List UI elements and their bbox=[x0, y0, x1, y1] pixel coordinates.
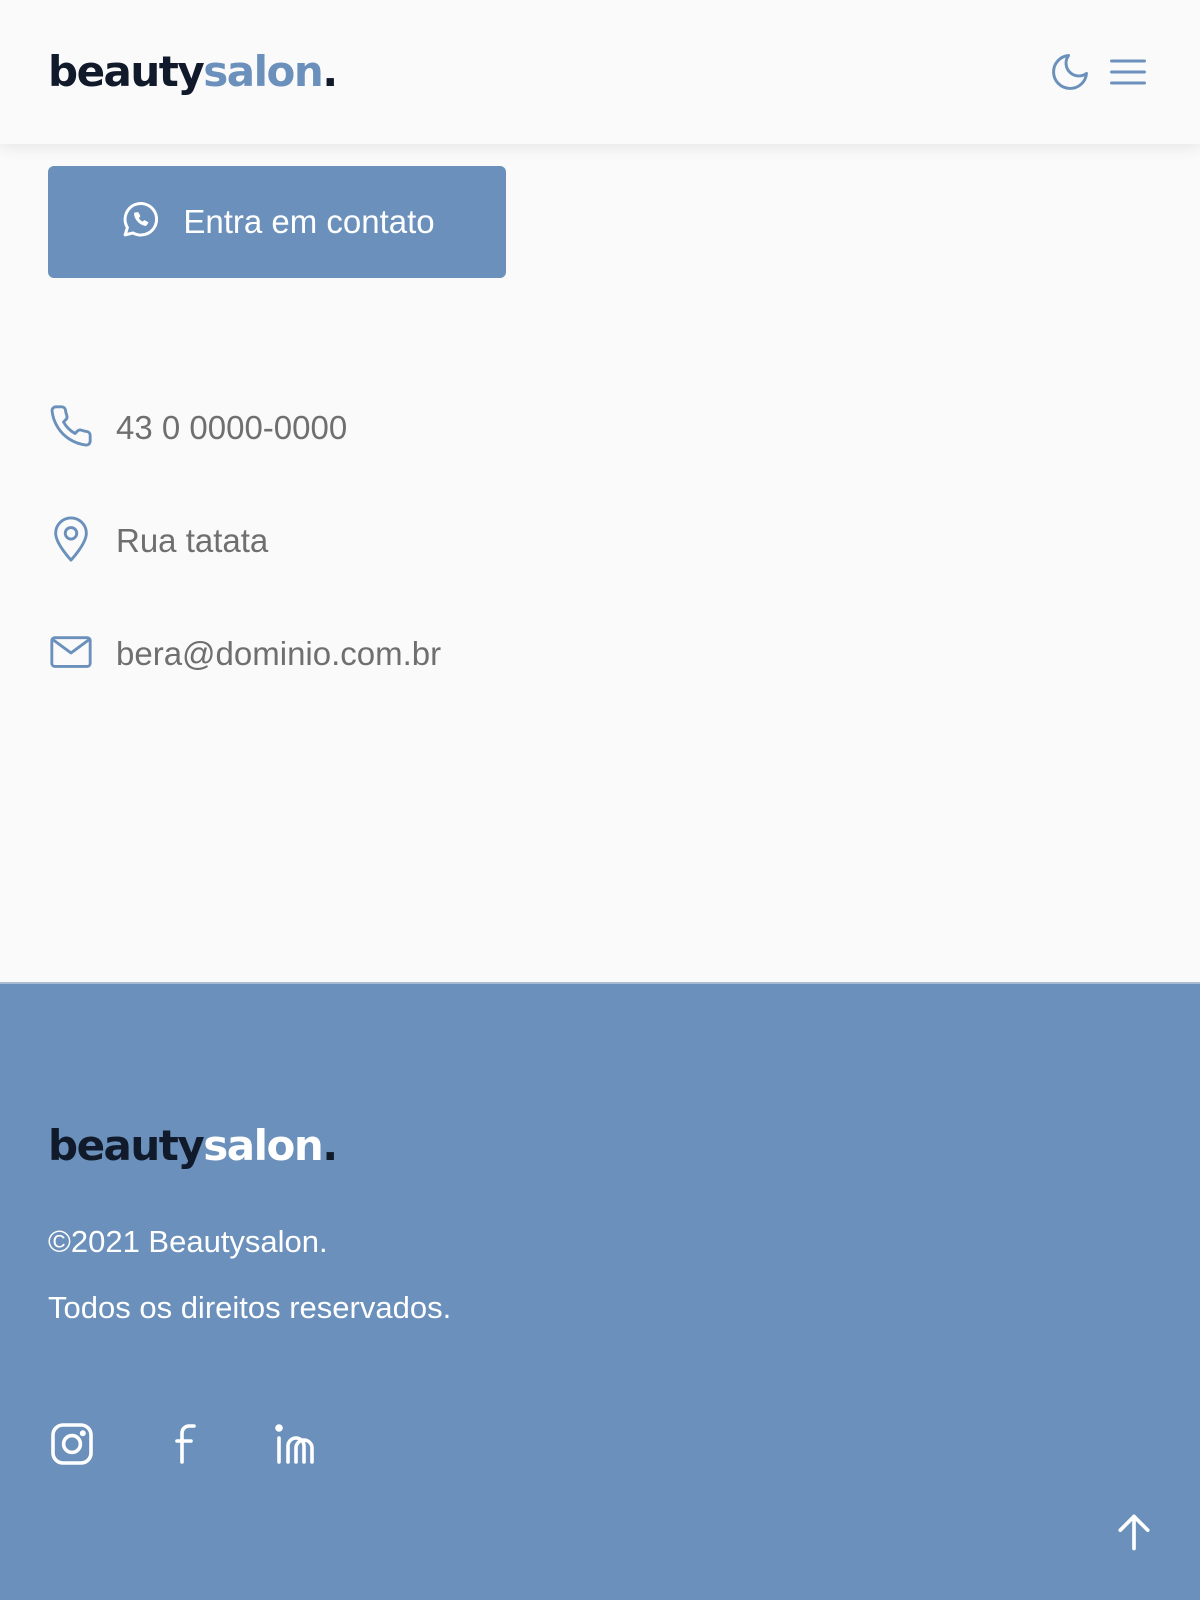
moon-icon[interactable] bbox=[1048, 50, 1092, 94]
logo-dot: . bbox=[322, 1121, 338, 1170]
page: beautysalon. Entra em contato 43 0 0000-… bbox=[0, 0, 1200, 1600]
logo-part-beauty: beauty bbox=[48, 1121, 205, 1170]
linkedin-icon[interactable] bbox=[272, 1420, 320, 1468]
contact-address: Rua tatata bbox=[48, 516, 268, 566]
contact-phone: 43 0 0000-0000 bbox=[48, 403, 347, 453]
email-address[interactable]: bera@dominio.com.br bbox=[116, 635, 441, 673]
arrow-up-icon[interactable] bbox=[1112, 1510, 1156, 1554]
mail-icon bbox=[48, 629, 94, 679]
header-logo[interactable]: beautysalon. bbox=[48, 42, 338, 102]
contact-email: bera@dominio.com.br bbox=[48, 629, 441, 679]
facebook-icon[interactable] bbox=[162, 1420, 210, 1468]
instagram-icon[interactable] bbox=[48, 1420, 96, 1468]
address-text: Rua tatata bbox=[116, 522, 269, 559]
logo-part-salon: salon bbox=[203, 47, 324, 96]
contact-button[interactable]: Entra em contato bbox=[48, 166, 506, 278]
logo-part-salon: salon bbox=[203, 1121, 324, 1170]
logo-dot: . bbox=[322, 47, 338, 96]
site-footer: beautysalon. ©2021 Beautysalon. Todos os… bbox=[0, 982, 1200, 1600]
whatsapp-icon bbox=[119, 199, 161, 245]
phone-number[interactable]: 43 0 0000-0000 bbox=[116, 409, 347, 447]
site-header: beautysalon. bbox=[0, 0, 1200, 144]
rights-text: Todos os direitos reservados. bbox=[48, 1290, 452, 1325]
footer-logo[interactable]: beautysalon. bbox=[48, 1116, 338, 1176]
copyright-text: ©2021 Beautysalon. bbox=[48, 1224, 328, 1259]
logo-part-beauty: beauty bbox=[48, 47, 205, 96]
hamburger-menu-icon[interactable] bbox=[1106, 50, 1150, 94]
phone-icon bbox=[48, 403, 94, 453]
location-pin-icon bbox=[48, 514, 94, 568]
contact-button-label: Entra em contato bbox=[183, 203, 435, 240]
